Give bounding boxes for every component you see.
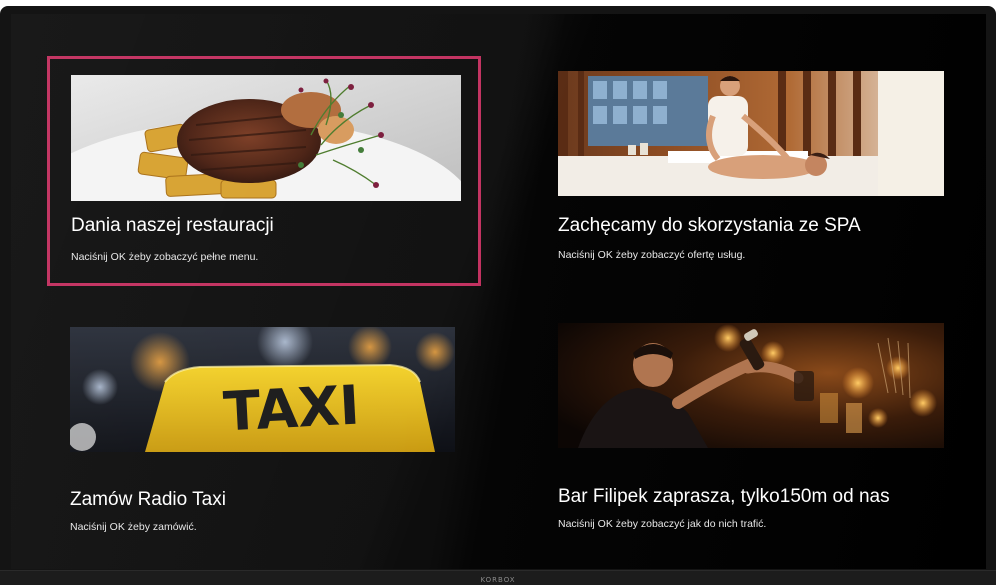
tile-spa[interactable]: Zachęcamy do skorzystania ze SPA Naciśni…	[547, 56, 947, 286]
tile-bar-subtitle: Naciśnij OK żeby zobaczyć jak do nich tr…	[558, 518, 767, 530]
taxi-sign-text: TAXI	[222, 373, 361, 443]
tile-restaurant-subtitle: Naciśnij OK żeby zobaczyć pełne menu.	[71, 251, 259, 263]
tile-taxi[interactable]: TAXI Zamów Radio Taxi Naciśnij OK żeby z…	[47, 314, 481, 544]
tile-taxi-subtitle: Naciśnij OK żeby zamówić.	[70, 521, 197, 533]
spa-massage-photo	[558, 71, 944, 196]
tv-screen: Dania naszej restauracji Naciśnij OK żeb…	[11, 14, 986, 569]
steak-dish-photo	[71, 75, 461, 201]
tile-bar-title: Bar Filipek zaprasza, tylko150m od nas	[558, 486, 890, 507]
bartender-photo	[558, 323, 944, 448]
tv-frame: Dania naszej restauracji Naciśnij OK żeb…	[0, 6, 996, 585]
tile-bar[interactable]: Bar Filipek zaprasza, tylko150m od nas N…	[547, 314, 947, 544]
tv-brand-logo: KORBOX	[480, 576, 516, 584]
tile-spa-subtitle: Naciśnij OK żeby zobaczyć ofertę usług.	[558, 249, 746, 261]
tile-restaurant-title: Dania naszej restauracji	[71, 215, 274, 236]
tile-taxi-title: Zamów Radio Taxi	[70, 489, 226, 510]
tv-bottom-bezel: KORBOX	[0, 570, 996, 585]
taxi-sign-photo: TAXI	[70, 327, 455, 452]
tile-spa-title: Zachęcamy do skorzystania ze SPA	[558, 215, 861, 236]
tile-restaurant[interactable]: Dania naszej restauracji Naciśnij OK żeb…	[47, 56, 481, 286]
